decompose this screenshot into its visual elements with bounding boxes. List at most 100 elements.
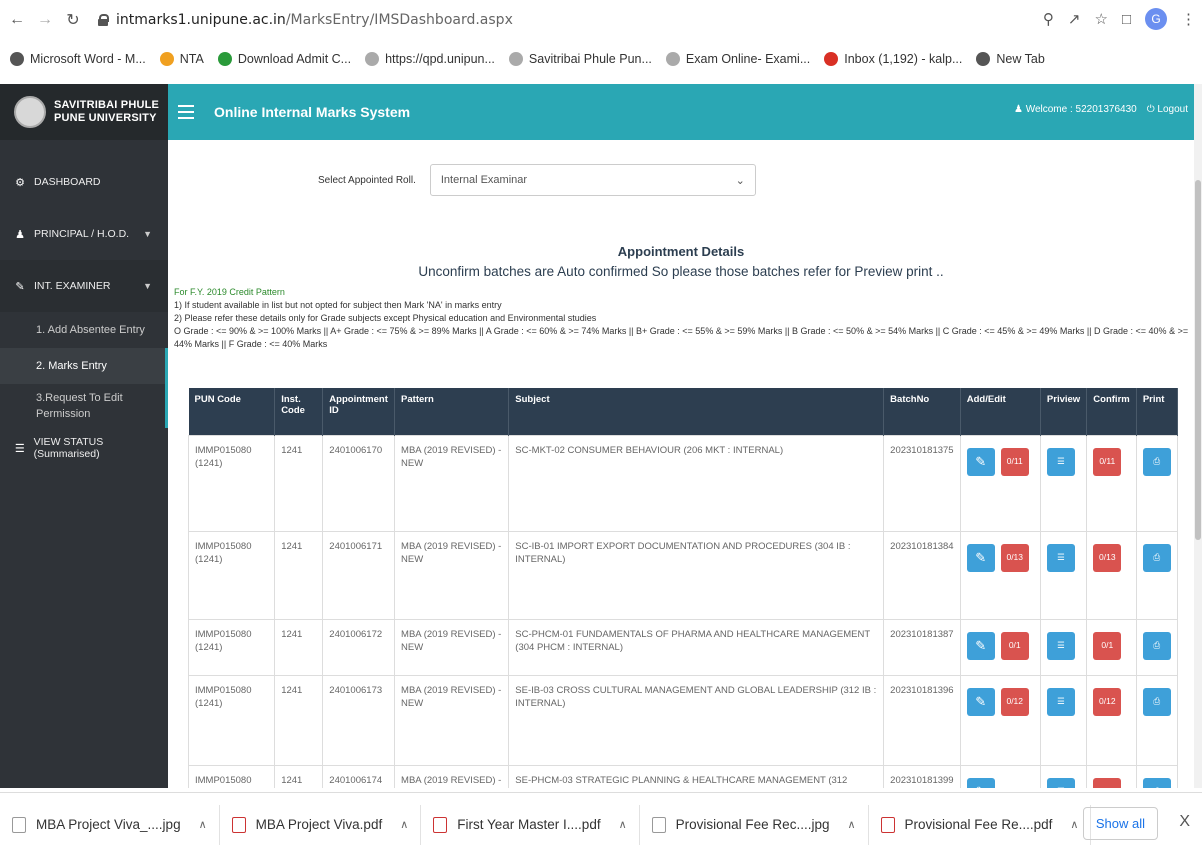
confirm-button[interactable]: 0/11: [1093, 447, 1122, 476]
edit-icon: ✎: [15, 280, 25, 293]
table-row: IMMP015080 (1241) 1241 2401006173 MBA (2019…: [187, 674, 1179, 766]
confirm-button[interactable]: 0/13: [1093, 543, 1122, 572]
download-item[interactable]: Provisional Fee Rec....jpg ∧: [640, 804, 869, 845]
cell-preview: ☰: [1039, 764, 1088, 788]
sidebar-subitem-marks-entry[interactable]: 2. Marks Entry: [0, 348, 168, 384]
preview-document-icon[interactable]: ☰: [1046, 543, 1075, 572]
cell-pattern: MBA (2019 REVISED) - NEW: [394, 674, 510, 766]
print-icon[interactable]: ⎙: [1142, 543, 1171, 572]
print-icon[interactable]: ⎙: [1142, 687, 1171, 716]
browser-toolbar: ← → ↻ intmarks1.unipune.ac.in/MarksEntry…: [0, 0, 1202, 40]
confirm-button[interactable]: 0/12: [1093, 687, 1122, 716]
column-header: BatchNo: [883, 388, 961, 435]
marks-count-button[interactable]: 0/12: [1000, 687, 1029, 716]
confirm-button[interactable]: [1093, 777, 1122, 788]
preview-document-icon[interactable]: ☰: [1046, 631, 1075, 660]
chevron-down-icon: ⌄: [735, 174, 745, 187]
scrollbar-thumb[interactable]: [1195, 180, 1201, 540]
sidebar-subitem-request-edit[interactable]: 3.Request To Edit Permission: [0, 384, 168, 428]
share-icon[interactable]: ↗: [1068, 10, 1081, 28]
bookmark-item[interactable]: New Tab: [976, 52, 1045, 66]
sidebar-subitem-absentee[interactable]: 1. Add Absentee Entry: [0, 312, 168, 348]
bookmark-item[interactable]: Exam Online- Exami...: [665, 52, 810, 66]
bookmark-label: Inbox (1,192) - kalp...: [844, 52, 963, 66]
edit-icon[interactable]: ✎: [966, 687, 995, 716]
download-item[interactable]: MBA Project Viva_....jpg ∧: [0, 804, 220, 845]
bookmark-label: Microsoft Word - M...: [30, 52, 146, 66]
list-icon: ☰: [14, 442, 25, 455]
appointments-table: PUN Code Inst. Code Appointment ID Pattern S…: [187, 388, 1179, 788]
cell-print: ⎙: [1135, 618, 1179, 676]
cell-pun: IMMP015080 (1241): [187, 674, 276, 766]
seal-icon: [365, 52, 380, 66]
star-icon[interactable]: ☆: [1094, 10, 1107, 28]
sidebar: SAVITRIBAI PHULE PUNE UNIVERSITY ⚙ DASHB…: [0, 84, 168, 788]
cell-print: ⎙: [1135, 764, 1179, 788]
cell-pun: IMMP015080 (1241): [187, 530, 276, 620]
bookmark-item[interactable]: Download Admit C...: [217, 52, 351, 66]
logout-link[interactable]: ⏻ Logout: [1147, 104, 1188, 115]
table-row: IMMP015080 1241 2401006174 MBA (2019 REVISE…: [187, 764, 1179, 788]
column-header: Pattern: [394, 388, 510, 435]
cell-appt: 2401006173: [322, 674, 396, 766]
appointed-roll-select[interactable]: Internal Examinar ⌄: [429, 164, 756, 196]
download-item[interactable]: Provisional Fee Re....pdf ∧: [869, 804, 1092, 845]
bookmark-item[interactable]: https://qpd.unipun...: [365, 52, 495, 66]
edit-icon[interactable]: ✎: [966, 543, 995, 572]
chevron-up-icon[interactable]: ∧: [619, 818, 627, 831]
confirm-button[interactable]: 0/1: [1093, 631, 1122, 660]
address-bar[interactable]: intmarks1.unipune.ac.in/MarksEntry/IMSDa…: [98, 12, 513, 28]
preview-document-icon[interactable]: ☰: [1046, 447, 1075, 476]
app-title: Online Internal Marks System: [214, 104, 411, 120]
university-logo[interactable]: SAVITRIBAI PHULE PUNE UNIVERSITY: [0, 84, 168, 140]
back-icon[interactable]: ←: [6, 9, 28, 31]
sidebar-item-dashboard[interactable]: ⚙ DASHBOARD: [0, 156, 168, 208]
marks-count-button[interactable]: 0/11: [1000, 447, 1029, 476]
cell-subject: SE-IB-03 CROSS CULTURAL MANAGEMENT AND G…: [508, 674, 885, 766]
marks-count-button[interactable]: 0/13: [1000, 543, 1029, 572]
zoom-icon[interactable]: ⚲: [1043, 10, 1054, 28]
cell-add-edit: ✎ 0/1: [959, 618, 1041, 676]
bookmark-item[interactable]: NTA: [159, 52, 204, 66]
forward-icon[interactable]: →: [34, 9, 56, 31]
preview-document-icon[interactable]: ☰: [1046, 687, 1075, 716]
hamburger-menu-icon[interactable]: [178, 105, 194, 119]
bookmark-item[interactable]: Microsoft Word - M...: [10, 52, 146, 66]
show-all-button[interactable]: Show all: [1082, 807, 1158, 840]
reload-icon[interactable]: ↻: [62, 9, 84, 31]
close-icon[interactable]: X: [1179, 813, 1190, 831]
cell-add-edit: ✎: [959, 764, 1041, 788]
nta-icon: [159, 52, 174, 66]
download-item[interactable]: First Year Master I....pdf ∧: [421, 804, 640, 845]
chevron-up-icon[interactable]: ∧: [1070, 818, 1078, 831]
bookmark-label: NTA: [179, 52, 204, 66]
globe-icon: [976, 52, 991, 66]
download-item[interactable]: MBA Project Viva.pdf ∧: [220, 804, 422, 845]
bookmark-item[interactable]: Inbox (1,192) - kalp...: [824, 52, 962, 66]
preview-document-icon[interactable]: ☰: [1046, 777, 1075, 788]
page-scrollbar[interactable]: [1194, 84, 1202, 788]
menu-icon[interactable]: ⋮: [1181, 10, 1196, 28]
edit-icon[interactable]: ✎: [966, 447, 995, 476]
edit-icon[interactable]: ✎: [966, 631, 995, 660]
sidebar-item-int-examiner[interactable]: ✎ INT. EXAMINER ▼: [0, 260, 168, 312]
chevron-up-icon[interactable]: ∧: [400, 818, 408, 831]
edit-icon[interactable]: ✎: [966, 777, 995, 788]
bookmark-item[interactable]: Savitribai Phule Pun...: [508, 52, 652, 66]
sidebar-item-view-status[interactable]: ☰ VIEW STATUS (Summarised): [0, 428, 168, 468]
cell-pun: IMMP015080: [187, 764, 276, 788]
cell-appt: 2401006174: [322, 764, 396, 788]
print-icon[interactable]: ⎙: [1142, 447, 1171, 476]
pdf-file-icon: [433, 816, 448, 833]
download-filename: Provisional Fee Re....pdf: [904, 817, 1053, 832]
print-icon[interactable]: ⎙: [1142, 631, 1171, 660]
chevron-up-icon[interactable]: ∧: [199, 818, 207, 831]
pattern-note: For F.Y. 2019 Credit Pattern: [174, 287, 285, 297]
marks-count-button[interactable]: 0/1: [1000, 631, 1029, 660]
chevron-up-icon[interactable]: ∧: [847, 818, 855, 831]
sidebar-item-principal[interactable]: ♟ PRINCIPAL / H.O.D. ▼: [0, 208, 168, 260]
cell-subject: SC-MKT-02 CONSUMER BEHAVIOUR (206 MKT : …: [508, 434, 885, 532]
print-icon[interactable]: ⎙: [1142, 777, 1171, 788]
profile-avatar[interactable]: G: [1145, 8, 1167, 30]
window-icon[interactable]: □: [1122, 11, 1131, 28]
